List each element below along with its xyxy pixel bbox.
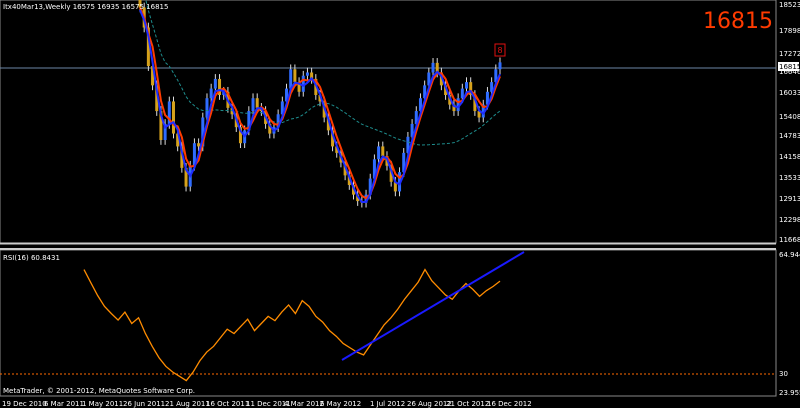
time-axis-label: 19 Dec 2010 — [2, 400, 47, 408]
price-axis-label: 16033 — [779, 89, 800, 97]
candle-body — [213, 78, 217, 89]
time-axis-label: 16 Dec 2012 — [487, 400, 532, 408]
candle-body — [251, 98, 255, 112]
chart-header: Itx40Mar13,Weekly 16575 16935 16575 1681… — [3, 3, 168, 11]
price-axis-label: 11668 — [779, 236, 800, 244]
price-series — [138, 0, 502, 208]
time-axis-label: 21 Oct 2012 — [446, 400, 489, 408]
time-axis-label: 4 Mar 2012 — [284, 400, 324, 408]
time-axis-label: 6 Mar 2011 — [44, 400, 84, 408]
long-ma-line — [145, 0, 501, 146]
time-axis-label: 1 May 2011 — [82, 400, 123, 408]
price-axis: 1852317898172721681516646160331540814783… — [778, 1, 800, 244]
price-axis-label: 13533 — [779, 174, 800, 182]
candle-body — [431, 62, 435, 73]
price-axis-label: 15408 — [779, 113, 800, 121]
candle-body — [197, 143, 201, 147]
price-axis-label: 18523 — [779, 1, 800, 9]
price-axis-label: 14158 — [779, 153, 800, 161]
rsi-axis: 64.9442 30 23.9556 — [779, 251, 800, 397]
price-axis-label: 14783 — [779, 132, 800, 140]
big-price-label: 16815 — [703, 9, 773, 34]
time-axis-label: 6 May 2012 — [320, 400, 361, 408]
rsi-axis-label: 30 — [779, 370, 788, 378]
time-axis-label: 1 Jul 2012 — [370, 400, 405, 408]
candle-body — [255, 98, 259, 108]
rsi-label: RSI(16) 60.8431 — [3, 254, 60, 262]
candle-body — [171, 101, 175, 134]
price-marker-label: 8 — [497, 46, 502, 55]
candle-body — [498, 62, 502, 70]
candle-body — [465, 82, 469, 89]
candle-body — [293, 69, 297, 83]
price-axis-label: 12298 — [779, 216, 800, 224]
time-axis-label: 21 Aug 2011 — [165, 400, 210, 408]
chart-canvas[interactable]: 8 Itx40Mar13,Weekly 16575 16935 16575 16… — [0, 0, 800, 408]
candle-body — [305, 72, 309, 76]
price-axis-label: 16646 — [779, 68, 800, 76]
price-axis-label: 17272 — [779, 50, 800, 58]
price-axis-label: 12913 — [779, 195, 800, 203]
candle-body — [460, 88, 464, 99]
price-axis-label: 17898 — [779, 27, 800, 35]
time-axis-label: 16 Oct 2011 — [206, 400, 249, 408]
rsi-trendline[interactable] — [341, 251, 525, 361]
time-axis-label: 26 Jun 2011 — [123, 400, 165, 408]
candle-body — [209, 88, 213, 99]
rsi-axis-label: 64.9442 — [779, 251, 800, 259]
candle-body — [381, 146, 385, 157]
rsi-series — [83, 268, 501, 382]
rsi-axis-label: 23.9556 — [779, 389, 800, 397]
rsi-line — [83, 268, 501, 382]
copyright-text: MetaTrader, © 2001-2012, MetaQuotes Soft… — [3, 387, 195, 395]
price-panel-frame — [0, 0, 777, 244]
candle-body — [377, 146, 381, 160]
time-axis: 19 Dec 20106 Mar 20111 May 2011 26 Jun 20… — [2, 400, 532, 408]
